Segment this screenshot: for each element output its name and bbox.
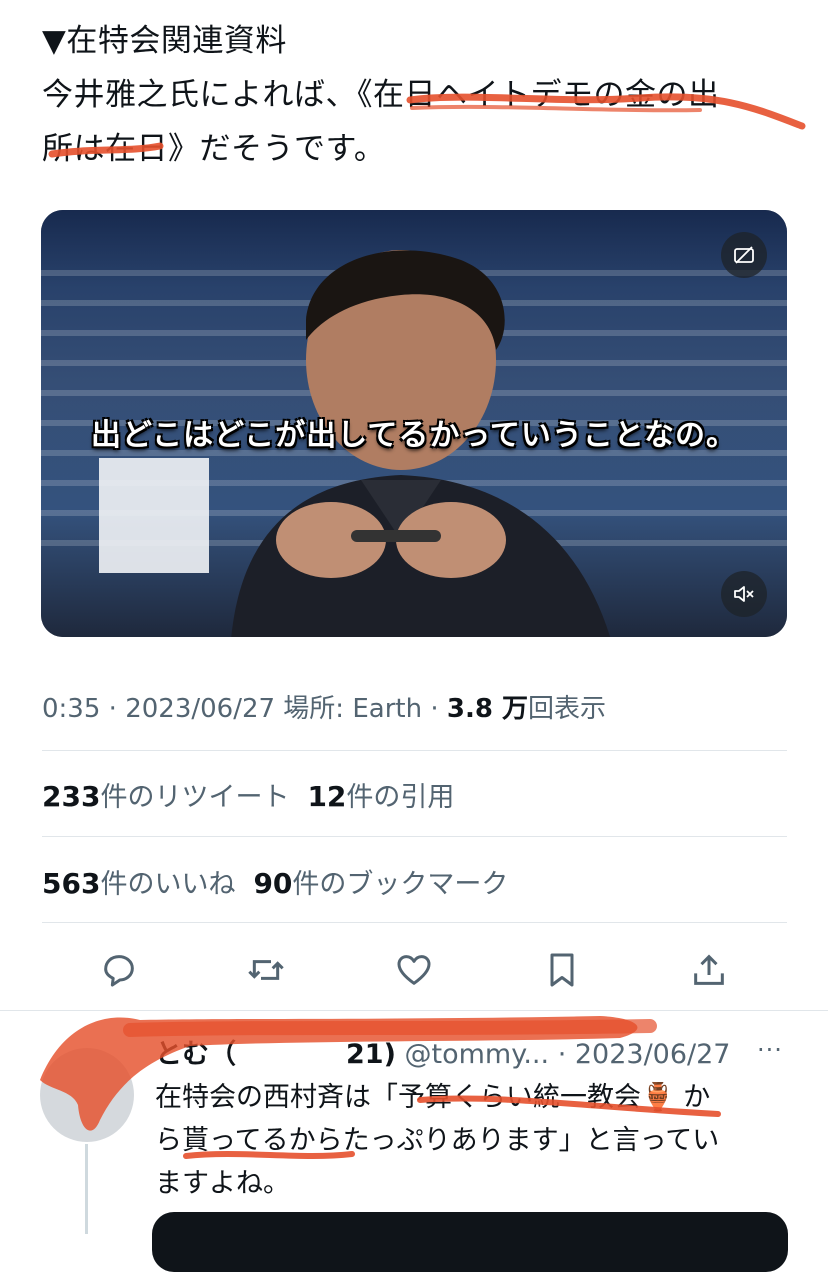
retweet-stats-row: 233件のリツイート 12件の引用 xyxy=(42,775,454,814)
like-icon[interactable] xyxy=(394,950,434,990)
retweets-label: 件のリツイート xyxy=(100,782,290,813)
tweet-text: ▼在特会関連資料 今井雅之氏によれば、《在日ヘイトデモの金の出 所は在日》だそう… xyxy=(42,14,812,176)
likes-label: 件のいいね xyxy=(100,869,236,900)
reply-author-name[interactable]: とむ（ xyxy=(155,1039,236,1070)
view-label: 回表示 xyxy=(527,694,606,724)
divider xyxy=(42,922,787,923)
tweet-meta: 0:35 · 2023/06/27 場所: Earth · 3.8 万回表示 xyxy=(42,688,606,725)
likes-link[interactable]: 563件のいいね xyxy=(42,867,236,900)
quotes-link[interactable]: 12件の引用 xyxy=(307,780,455,813)
divider xyxy=(0,1010,828,1011)
reply-line-1-tail: か xyxy=(674,1082,711,1113)
tweet-line-1: ▼在特会関連資料 xyxy=(42,23,287,59)
quotes-count: 12 xyxy=(307,780,347,813)
tweet-line-3: 所は在日》だそうです。 xyxy=(42,131,386,167)
reply-author-handle[interactable]: @tommy... xyxy=(405,1039,550,1070)
avatar[interactable] xyxy=(40,1048,134,1142)
divider xyxy=(42,750,787,751)
tweet-line-2: 今井雅之氏によれば、《在日ヘイトデモの金の出 xyxy=(42,77,720,113)
muted-speaker-icon xyxy=(734,586,754,602)
meta-separator: · xyxy=(549,1039,575,1070)
view-count: 3.8 万 xyxy=(446,694,528,724)
bookmarks-count: 90 xyxy=(253,867,293,900)
reply-line-3: ますよね。 xyxy=(155,1168,290,1199)
retweets-link[interactable]: 233件のリツイート xyxy=(42,780,290,813)
meta-separator: · xyxy=(100,694,126,724)
retweet-icon[interactable] xyxy=(246,950,286,990)
bookmarks-link[interactable]: 90件のブックマーク xyxy=(253,867,509,900)
unmute-button[interactable] xyxy=(721,571,767,617)
captions-off-icon xyxy=(734,246,754,264)
reply-line-2: ら貰ってるからたっぷりあります」と言ってい xyxy=(155,1125,720,1156)
divider xyxy=(42,836,787,837)
action-bar xyxy=(41,940,787,1000)
meta-separator: · xyxy=(422,694,447,724)
likes-count: 563 xyxy=(42,867,101,900)
reply-header: とむ（ 21) @tommy... · 2023/06/27 xyxy=(155,1032,730,1071)
reply-author-name-tail: 21) xyxy=(346,1039,396,1070)
reply-tweet[interactable]: とむ（ 21) @tommy... · 2023/06/27 ··· 在特会の西村… xyxy=(0,1012,828,1272)
retweets-count: 233 xyxy=(42,780,101,813)
no-captions-button[interactable] xyxy=(721,232,767,278)
bookmarks-label: 件のブックマーク xyxy=(292,869,509,900)
post-location: 場所: Earth xyxy=(275,694,423,724)
share-icon[interactable] xyxy=(689,950,729,990)
reply-line-1: 在特会の西村斉は「予算くらい統一教会 xyxy=(155,1082,641,1113)
post-date[interactable]: 2023/06/27 xyxy=(125,694,275,724)
video-subtitle: 出どこはどこが出してるかっていうことなの。 xyxy=(91,418,737,453)
video-player[interactable]: 出どこはどこが出してるかっていうことなの。 xyxy=(41,210,787,637)
bookmark-icon[interactable] xyxy=(542,950,582,990)
reply-text: 在特会の西村斉は「予算くらい統一教会🏺 か ら貰ってるからたっぷりあります」と言… xyxy=(155,1076,795,1205)
amphora-emoji: 🏺 xyxy=(641,1082,675,1113)
more-options-icon[interactable]: ··· xyxy=(757,1036,783,1064)
post-time[interactable]: 0:35 xyxy=(42,694,100,724)
like-stats-row: 563件のいいね 90件のブックマーク xyxy=(42,862,508,901)
reply-date[interactable]: 2023/06/27 xyxy=(575,1039,731,1070)
quotes-label: 件の引用 xyxy=(346,782,455,813)
embedded-media[interactable] xyxy=(152,1212,788,1272)
reply-icon[interactable] xyxy=(99,950,139,990)
thread-line xyxy=(85,1144,88,1234)
